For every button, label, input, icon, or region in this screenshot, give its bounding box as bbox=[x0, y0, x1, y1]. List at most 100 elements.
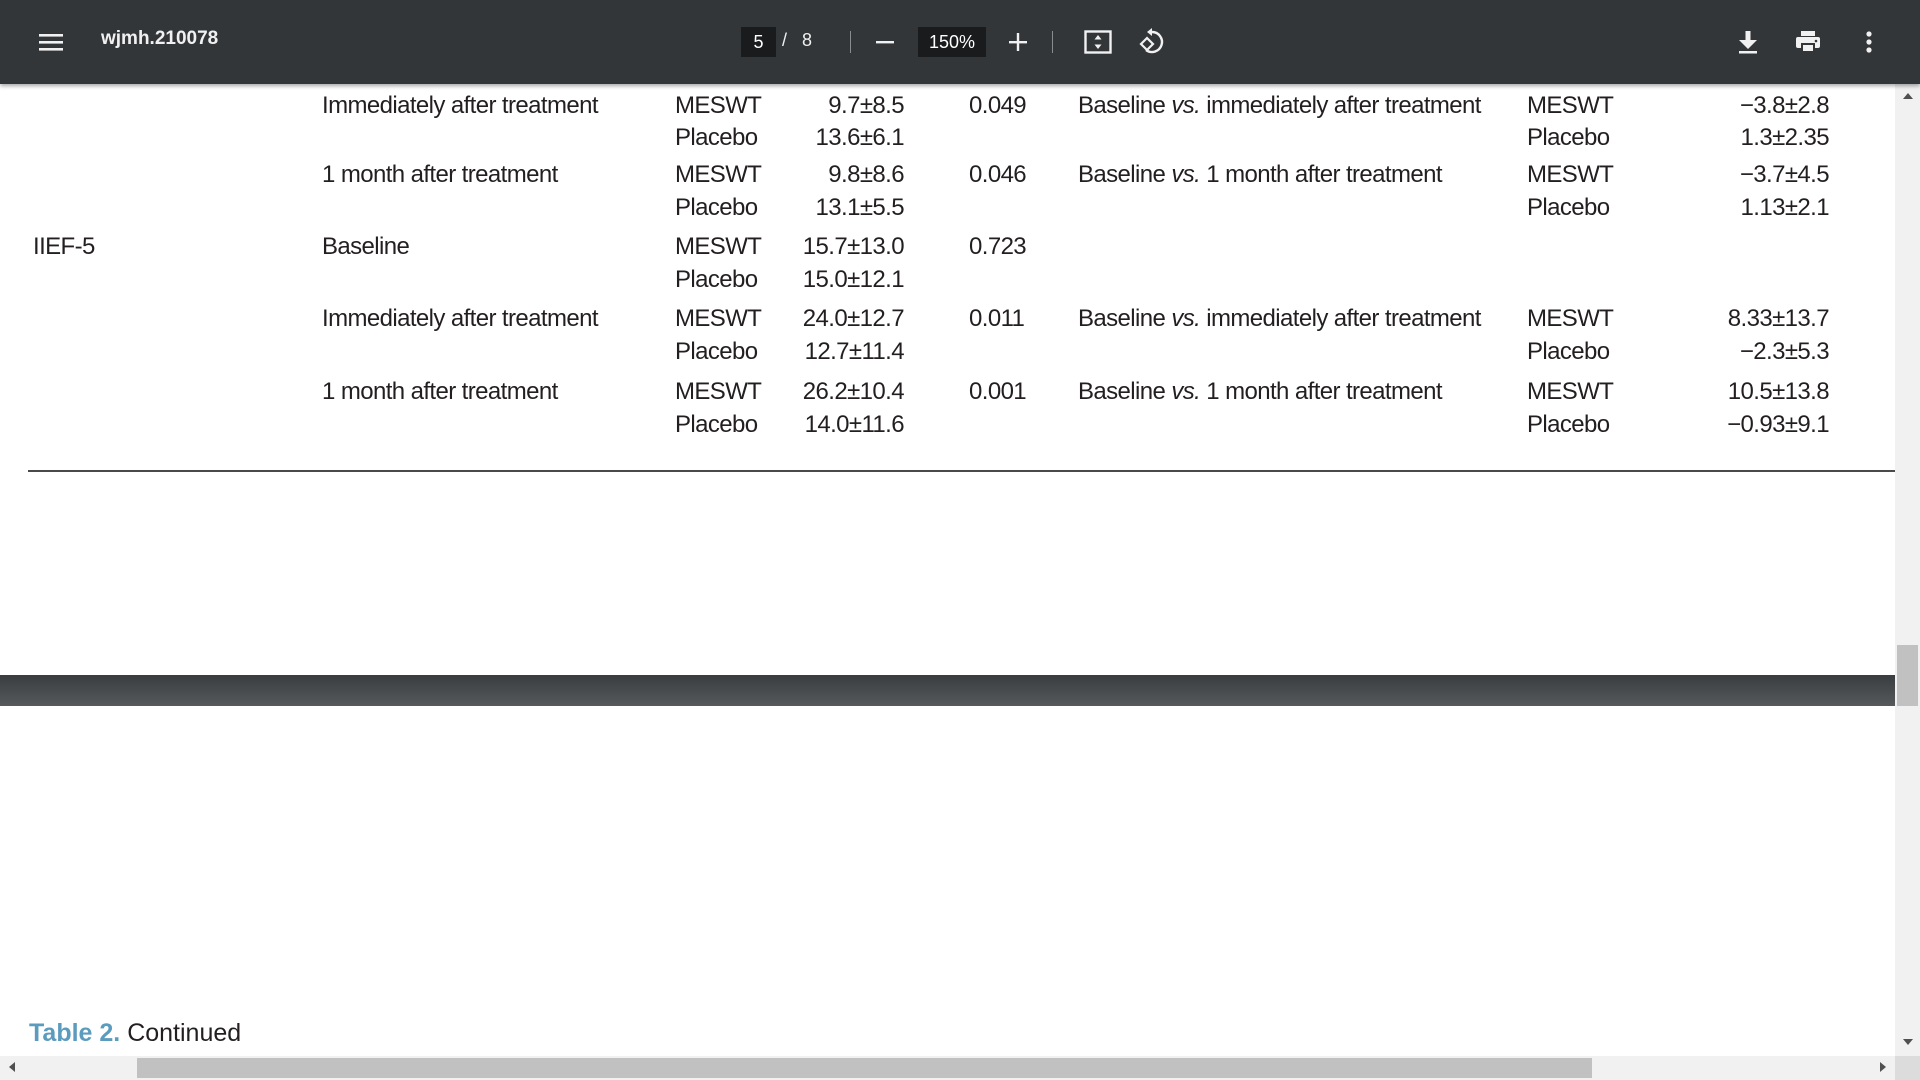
cell-group: Placebo bbox=[675, 266, 758, 293]
cell-group2: MESWT bbox=[1527, 161, 1614, 188]
comparison-baseline: Baseline bbox=[1078, 161, 1172, 188]
cell-comparison: Baseline vs. immediately after treatment bbox=[1078, 92, 1481, 120]
cell-group: Placebo bbox=[675, 338, 758, 365]
menu-button[interactable] bbox=[34, 27, 68, 57]
fit-to-page-button[interactable] bbox=[1080, 26, 1116, 58]
cell-comparison: Baseline vs. immediately after treatment bbox=[1078, 305, 1481, 333]
vertical-scrollbar[interactable] bbox=[1895, 84, 1920, 1056]
comparison-timepoint: 1 month after treatment bbox=[1200, 378, 1442, 405]
cell-group: Placebo bbox=[675, 194, 758, 221]
table-bottom-rule bbox=[28, 470, 1895, 472]
comparison-baseline: Baseline bbox=[1078, 92, 1172, 119]
cell-group2: Placebo bbox=[1527, 124, 1610, 151]
comparison-vs: vs. bbox=[1171, 92, 1201, 119]
vertical-scrollbar-thumb[interactable] bbox=[1897, 645, 1918, 706]
cell-value: 14.0±11.6 bbox=[804, 411, 905, 438]
cell-time: 1 month after treatment bbox=[322, 161, 558, 188]
rotate-button[interactable] bbox=[1134, 24, 1170, 60]
comparison-vs: vs. bbox=[1171, 305, 1201, 332]
cell-p: 0.011 bbox=[969, 305, 1025, 332]
scroll-down-arrow-icon[interactable] bbox=[1903, 1039, 1913, 1045]
cell-group: Placebo bbox=[675, 411, 758, 438]
plus-icon bbox=[1009, 33, 1027, 51]
table-caption-text: Continued bbox=[120, 1019, 242, 1047]
cell-value: 12.7±11.4 bbox=[804, 338, 905, 365]
cell-comparison: Baseline vs. 1 month after treatment bbox=[1078, 161, 1443, 189]
total-pages: 8 bbox=[802, 30, 813, 50]
comparison-vs: vs. bbox=[1171, 161, 1201, 188]
cell-change: −3.7±4.5 bbox=[1739, 161, 1830, 188]
more-vertical-icon bbox=[1866, 31, 1872, 53]
cell-change: 1.13±2.1 bbox=[1740, 194, 1830, 221]
cell-value: 15.7±13.0 bbox=[802, 233, 905, 260]
table-caption-label: Table 2. bbox=[29, 1019, 121, 1047]
cell-group2: MESWT bbox=[1527, 305, 1614, 332]
toolbar-divider bbox=[1052, 31, 1053, 53]
zoom-level-input[interactable]: 150% bbox=[918, 27, 986, 57]
cell-value: 24.0±12.7 bbox=[802, 305, 905, 332]
cell-value: 13.1±5.5 bbox=[815, 194, 905, 221]
comparison-vs: vs. bbox=[1171, 378, 1201, 405]
comparison-baseline: Baseline bbox=[1078, 378, 1172, 405]
comparison-timepoint: immediately after treatment bbox=[1200, 305, 1481, 332]
zoom-in-button[interactable] bbox=[1003, 27, 1033, 57]
horizontal-scrollbar-thumb[interactable] bbox=[137, 1058, 1592, 1078]
cell-group: MESWT bbox=[675, 161, 762, 188]
cell-group2: Placebo bbox=[1527, 411, 1610, 438]
rotate-counterclockwise-icon bbox=[1139, 28, 1164, 54]
minus-icon bbox=[876, 41, 894, 44]
cell-group2: Placebo bbox=[1527, 194, 1610, 221]
document-title: wjmh.210078 bbox=[101, 28, 219, 49]
cell-change: 1.3±2.35 bbox=[1740, 124, 1830, 151]
scroll-left-arrow-icon[interactable] bbox=[9, 1062, 15, 1072]
more-actions-button[interactable] bbox=[1852, 25, 1886, 59]
cell-p: 0.723 bbox=[969, 233, 1027, 260]
cell-p: 0.049 bbox=[969, 92, 1027, 119]
cell-value: 26.2±10.4 bbox=[802, 378, 905, 405]
cell-value: 13.6±6.1 bbox=[815, 124, 905, 151]
cell-group: MESWT bbox=[675, 233, 762, 260]
cell-change: −2.3±5.3 bbox=[1739, 338, 1830, 365]
cell-change: 10.5±13.8 bbox=[1727, 378, 1830, 405]
print-icon bbox=[1796, 31, 1820, 53]
cell-measure: IIEF-5 bbox=[33, 233, 95, 260]
cell-group2: Placebo bbox=[1527, 338, 1610, 365]
cell-value: 15.0±12.1 bbox=[802, 266, 905, 293]
cell-time: Immediately after treatment bbox=[322, 305, 599, 332]
scroll-up-arrow-icon[interactable] bbox=[1903, 93, 1913, 99]
cell-group: MESWT bbox=[675, 378, 762, 405]
cell-change: −3.8±2.8 bbox=[1739, 92, 1830, 119]
download-button[interactable] bbox=[1731, 25, 1765, 59]
pdf-toolbar: wjmh.210078 5 / 8 150% bbox=[0, 0, 1920, 84]
cell-value: 9.8±8.6 bbox=[828, 161, 904, 188]
cell-time: 1 month after treatment bbox=[322, 378, 558, 405]
document-viewer: Placebo 11.9±6.9 Immediately after treatme… bbox=[0, 84, 1895, 1056]
zoom-out-button[interactable] bbox=[870, 27, 900, 57]
cell-p: 0.001 bbox=[969, 378, 1027, 405]
cell-time: Immediately after treatment bbox=[322, 92, 599, 119]
scrollbar-corner bbox=[1895, 1056, 1920, 1080]
fit-to-page-icon bbox=[1084, 30, 1112, 54]
comparison-baseline: Baseline bbox=[1078, 305, 1172, 332]
cell-group2: MESWT bbox=[1527, 92, 1614, 119]
cell-change: 8.33±13.7 bbox=[1727, 305, 1830, 332]
print-button[interactable] bbox=[1791, 25, 1825, 59]
current-page-input[interactable]: 5 bbox=[741, 27, 776, 57]
scroll-right-arrow-icon[interactable] bbox=[1880, 1062, 1886, 1072]
cell-value: 9.7±8.5 bbox=[828, 92, 904, 119]
cell-group: MESWT bbox=[675, 92, 762, 119]
hamburger-menu-icon bbox=[39, 34, 63, 51]
cell-comparison: Baseline vs. 1 month after treatment bbox=[1078, 378, 1443, 406]
cell-group: MESWT bbox=[675, 305, 762, 332]
comparison-timepoint: 1 month after treatment bbox=[1200, 161, 1442, 188]
page-separator: / bbox=[782, 30, 788, 50]
toolbar-divider bbox=[850, 31, 851, 53]
cell-group: Placebo bbox=[675, 84, 758, 91]
cell-group: Placebo bbox=[675, 124, 758, 151]
download-icon bbox=[1739, 31, 1757, 54]
cell-value: 11.9±6.9 bbox=[817, 84, 904, 91]
comparison-timepoint: immediately after treatment bbox=[1200, 92, 1481, 119]
cell-change: −0.93±9.1 bbox=[1727, 411, 1829, 438]
table-caption: Table 2. Continued bbox=[29, 1019, 241, 1048]
cell-group2: MESWT bbox=[1527, 378, 1614, 405]
